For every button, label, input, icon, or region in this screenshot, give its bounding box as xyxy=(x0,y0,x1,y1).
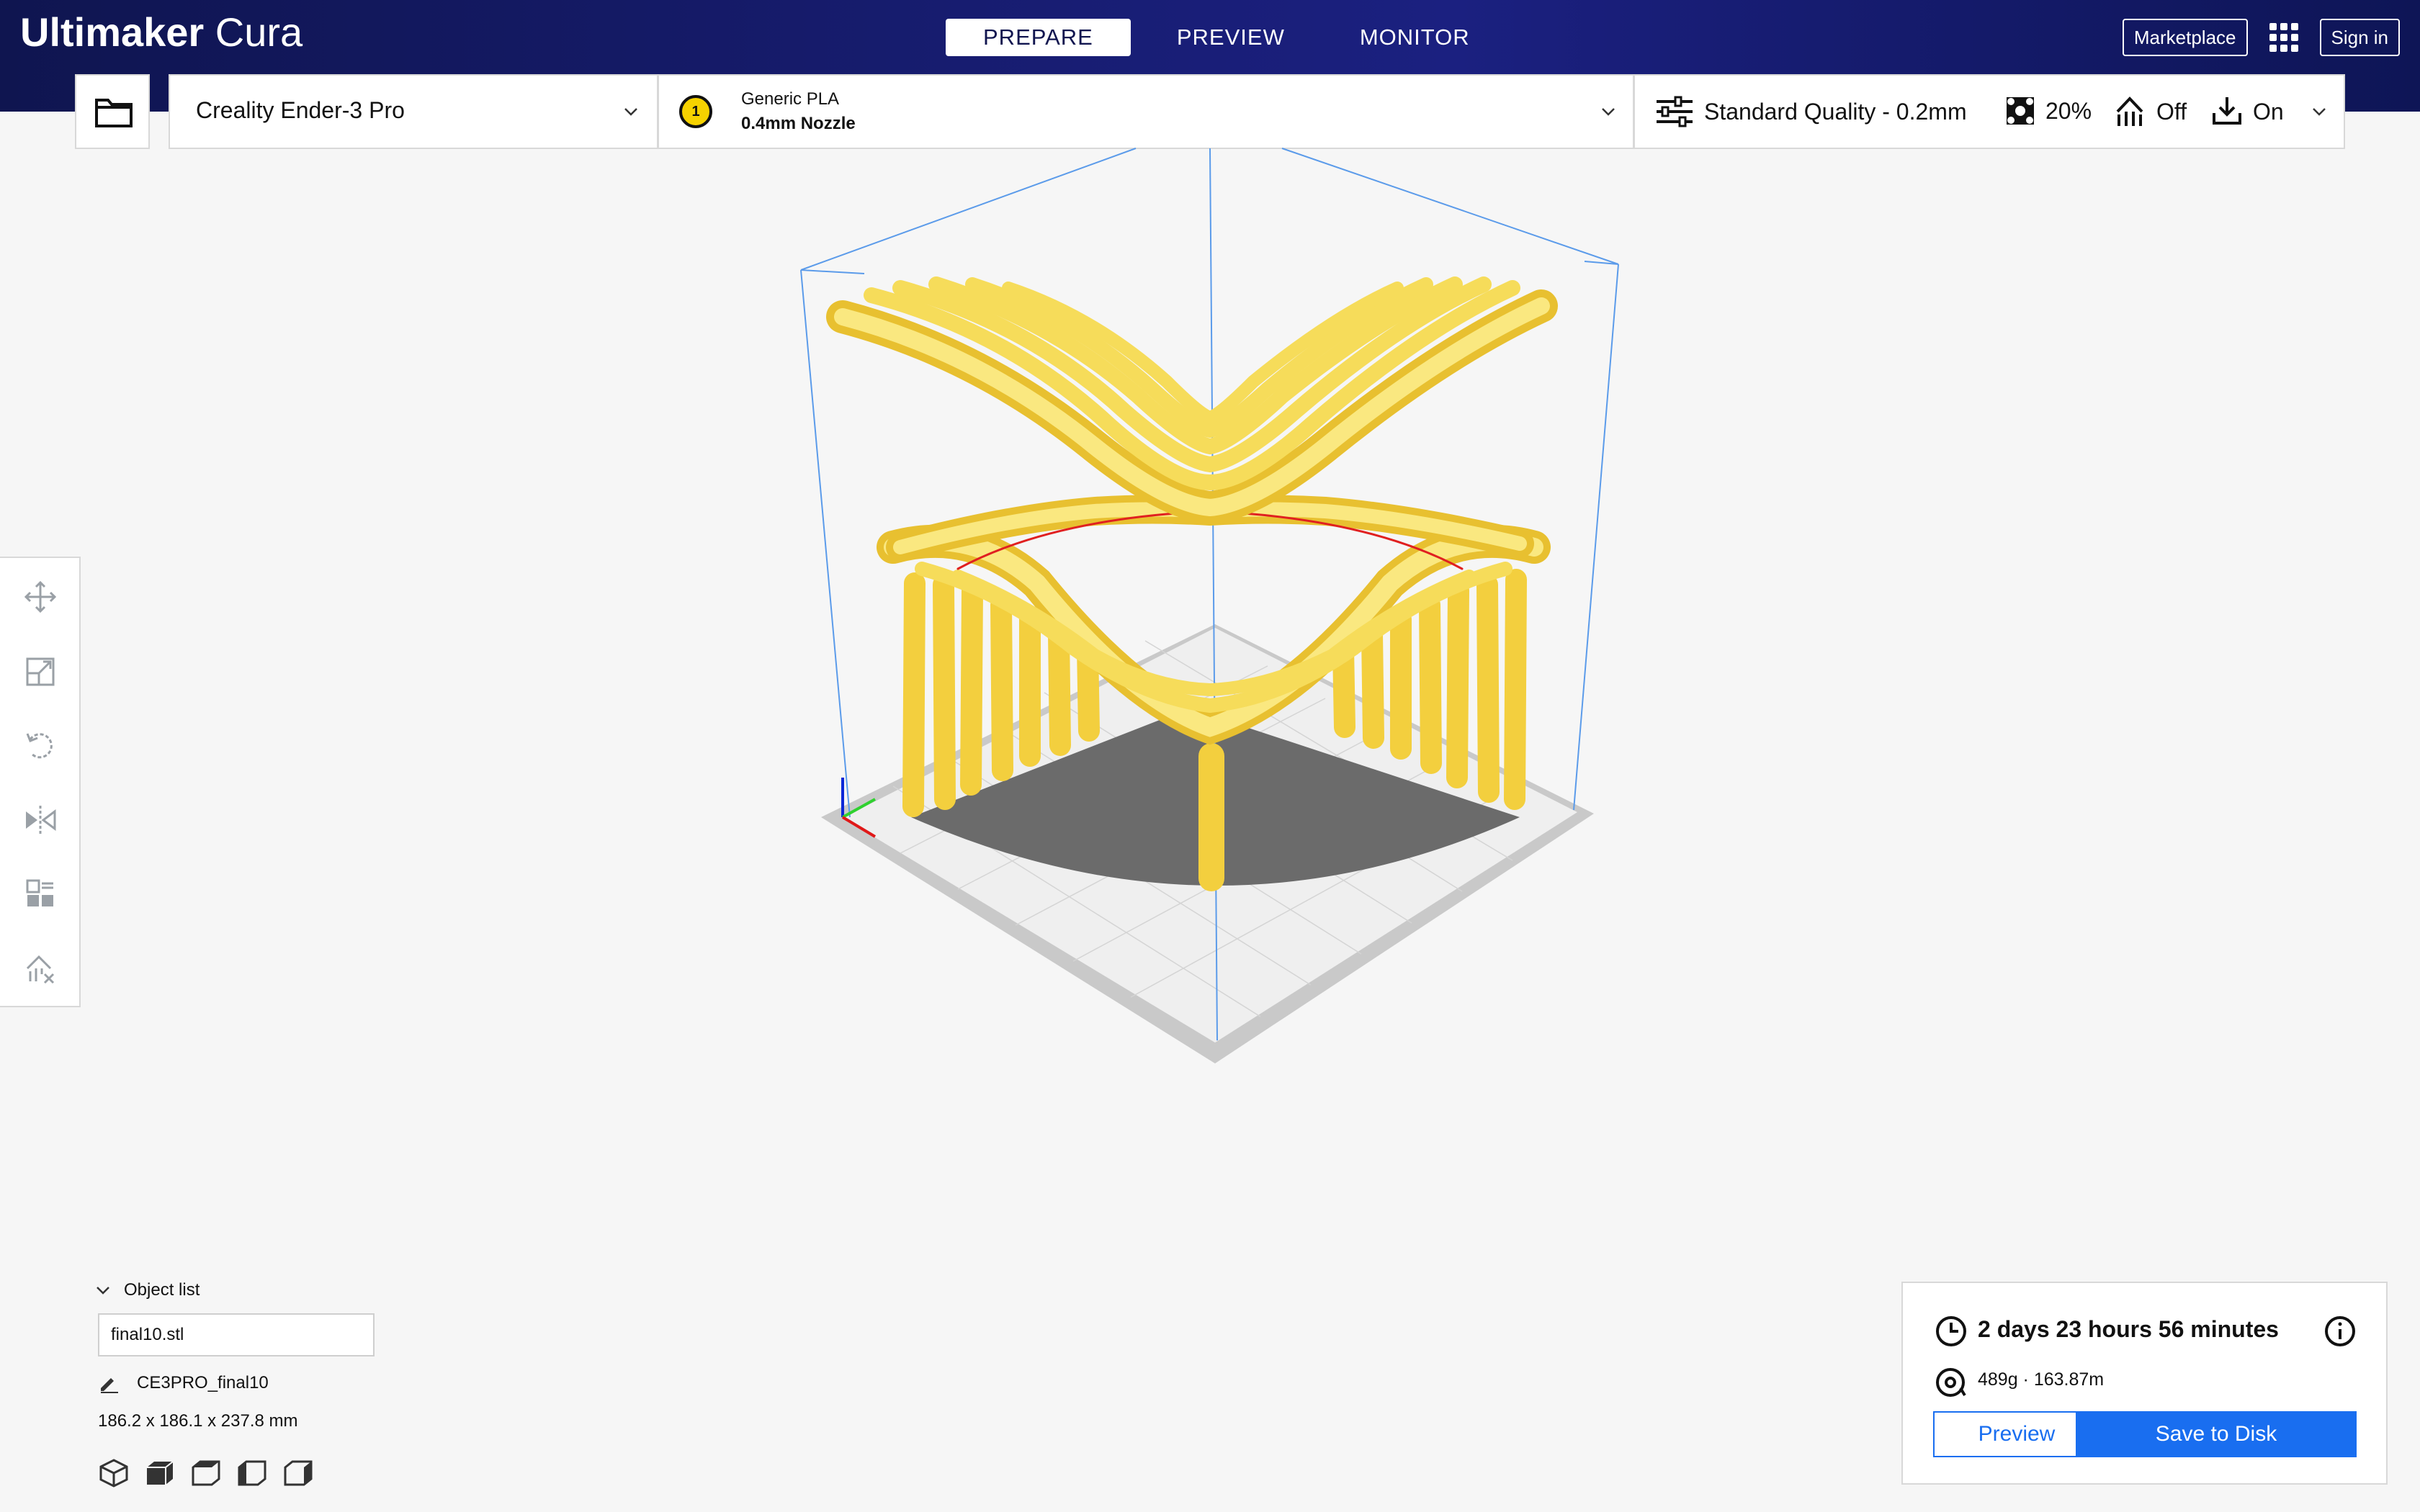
header-actions: Marketplace Sign in xyxy=(2122,19,2400,56)
chevron-down-icon xyxy=(624,108,637,116)
cube-right-icon xyxy=(284,1460,313,1486)
mirror-tool-button[interactable] xyxy=(22,801,59,839)
save-to-disk-button[interactable]: Save to Disk xyxy=(2076,1411,2357,1457)
pencil-icon xyxy=(101,1378,118,1393)
brand-light: Cura xyxy=(204,9,303,55)
quality-setting: Standard Quality - 0.2mm xyxy=(1655,96,1967,127)
print-time: 2 days 23 hours 56 minutes xyxy=(1978,1316,2279,1342)
rotate-icon xyxy=(26,733,53,759)
scale-icon xyxy=(26,657,55,686)
folder-icon xyxy=(95,99,133,127)
rotate-tool-button[interactable] xyxy=(22,726,59,764)
app-logo: Ultimaker Cura xyxy=(20,9,302,55)
marketplace-button[interactable]: Marketplace xyxy=(2122,19,2248,56)
model-dimensions: 186.2 x 186.1 x 237.8 mm xyxy=(98,1411,298,1431)
move-tool-button[interactable] xyxy=(22,578,59,616)
job-name-label: CE3PRO_final10 xyxy=(137,1373,269,1392)
infill-label: 20% xyxy=(2045,97,2092,124)
infill-setting: 20% xyxy=(2005,96,2092,126)
object-list-panel: Object list final10.stl CE3PRO_final10 1… xyxy=(95,1280,375,1488)
tab-prepare[interactable]: PREPARE xyxy=(946,19,1131,56)
per-model-settings-button[interactable] xyxy=(22,875,59,912)
support-setting: Off xyxy=(2113,96,2187,127)
view-front-button[interactable] xyxy=(144,1457,176,1489)
stage-tabs: PREPARE PREVIEW MONITOR xyxy=(946,19,1507,56)
support-icon xyxy=(2116,96,2143,126)
object-list-item[interactable]: final10.stl xyxy=(98,1313,375,1356)
quality-label: Standard Quality - 0.2mm xyxy=(1704,98,1967,125)
adhesion-setting: On xyxy=(2211,96,2284,127)
nozzle-size: 0.4mm Nozzle xyxy=(741,114,856,133)
tool-panel xyxy=(0,557,81,1007)
apps-grid-icon[interactable] xyxy=(2269,23,2298,52)
print-info-panel: 2 days 23 hours 56 minutes 489g · 163.87… xyxy=(1901,1282,2388,1485)
material-selector[interactable]: 1 Generic PLA 0.4mm Nozzle xyxy=(658,74,1634,149)
model-upper-saddle xyxy=(826,276,1558,525)
cube-front-icon xyxy=(147,1461,174,1485)
support-blocker-icon xyxy=(26,955,55,984)
camera-view-buttons xyxy=(98,1457,314,1489)
view-right-button[interactable] xyxy=(282,1457,314,1489)
object-list-header[interactable]: Object list xyxy=(95,1280,200,1300)
view-3d-button[interactable] xyxy=(98,1457,130,1489)
adhesion-label: On xyxy=(2253,98,2284,125)
tab-preview[interactable]: PREVIEW xyxy=(1139,19,1322,56)
object-list-title: Object list xyxy=(124,1280,200,1300)
info-icon[interactable] xyxy=(2323,1315,2357,1348)
mirror-icon xyxy=(26,806,56,834)
adhesion-icon xyxy=(2213,97,2241,125)
spool-icon xyxy=(1936,1368,1966,1397)
sliders-icon xyxy=(1657,96,1693,127)
extruder-icon: 1 xyxy=(679,95,712,128)
view-left-button[interactable] xyxy=(236,1457,268,1489)
printer-selector[interactable]: Creality Ender-3 Pro xyxy=(169,74,658,149)
print-settings-selector[interactable]: Standard Quality - 0.2mm 20% Off On xyxy=(1634,74,2345,149)
support-label: Off xyxy=(2156,98,2187,125)
cube-top-icon xyxy=(192,1460,220,1486)
scale-tool-button[interactable] xyxy=(22,653,59,690)
chevron-down-icon xyxy=(2313,108,2326,116)
move-icon xyxy=(24,581,56,613)
sign-in-button[interactable]: Sign in xyxy=(2319,19,2400,56)
job-name[interactable]: CE3PRO_final10 xyxy=(98,1372,269,1394)
cube-left-icon xyxy=(238,1460,266,1486)
cube-3d-icon xyxy=(99,1459,128,1488)
printer-name: Creality Ender-3 Pro xyxy=(196,97,405,123)
view-top-button[interactable] xyxy=(190,1457,222,1489)
infill-icon xyxy=(2007,97,2034,125)
chevron-down-icon xyxy=(97,1287,109,1295)
material-name: Generic PLA xyxy=(741,89,840,109)
per-model-settings-icon xyxy=(26,879,53,906)
brand-bold: Ultimaker xyxy=(20,9,205,55)
3d-viewport[interactable] xyxy=(792,144,1621,1080)
chevron-down-icon xyxy=(1602,108,1615,116)
material-usage: 489g · 163.87m xyxy=(1978,1369,2105,1390)
support-blocker-button[interactable] xyxy=(22,950,59,987)
clock-icon xyxy=(1936,1316,1966,1346)
tab-monitor[interactable]: MONITOR xyxy=(1322,19,1507,56)
open-file-button[interactable] xyxy=(75,74,150,149)
